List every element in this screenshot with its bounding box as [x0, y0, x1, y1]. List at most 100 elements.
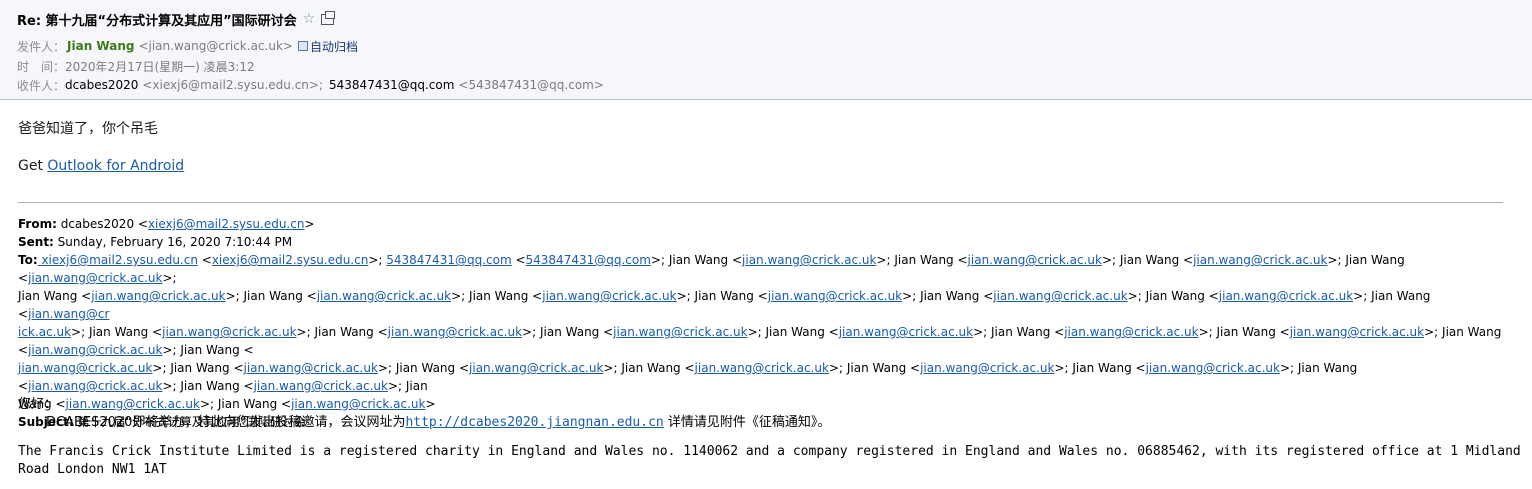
jw-end: >; [603, 361, 622, 375]
jw-email-link[interactable]: jian.wang@crick.ac.uk [613, 325, 747, 339]
fwd-to-text: < [197, 253, 212, 267]
jw-end: >; [1054, 361, 1073, 375]
jw-end: >; [902, 289, 921, 303]
jw-email-link[interactable]: jian.wang@crick.ac.uk [91, 289, 225, 303]
jw-name: Jian Wang < [894, 253, 968, 267]
jw-name: Jian Wang < [846, 361, 921, 375]
conference-url-link[interactable]: http://dcabes2020.jiangnan.edu.cn [405, 415, 663, 430]
auto-archive-link[interactable]: 自动归档 [310, 38, 358, 55]
recipient-name[interactable]: 543847431@qq.com [329, 78, 454, 92]
fwd-from-email-link[interactable]: xiexj6@mail2.sysu.edu.cn [148, 217, 305, 231]
fwd-to-label: To: [18, 253, 38, 267]
jw-email-link[interactable]: jian.wang@crick.ac.uk [1219, 289, 1353, 303]
jw-name: Jian Wang < [694, 289, 768, 303]
jw-email-link[interactable]: ick.ac.uk [18, 325, 71, 339]
jw-name: Jian Wang < [668, 253, 743, 267]
jw-email-link[interactable]: jian.wang@crick.ac.uk [317, 289, 451, 303]
jw-email-link[interactable]: jian.wang@crick.ac.uk [388, 325, 522, 339]
jw-email-link[interactable]: jian.wang@crick.ac.uk [742, 253, 876, 267]
divider [18, 202, 1503, 203]
jw-email-link[interactable]: jian.wang@crick.ac.uk [28, 379, 162, 393]
jw-end: >; [387, 379, 406, 393]
fwd-to-link[interactable]: 543847431@qq.com [526, 253, 651, 267]
jw-email-link[interactable]: jian.wang@crick.ac.uk [254, 379, 388, 393]
jw-email-link[interactable]: jian.wang@crick.ac.uk [18, 361, 152, 375]
from-row: 发件人： Jian Wang <jian.wang@crick.ac.uk> 自… [17, 37, 358, 55]
jw-name: Jian Wang < [765, 325, 839, 339]
jw-email-link[interactable]: jian.wang@crick.ac.uk [469, 361, 603, 375]
fwd-to-continuation: ick.ac.uk>; Jian Wang <jian.wang@crick.a… [18, 323, 1508, 359]
recipient-name[interactable]: dcabes2020 [65, 78, 138, 92]
jw-end: >; [199, 397, 218, 411]
jw-end: > [425, 397, 436, 411]
jw-email-link[interactable]: jian.wang@crick.ac.uk [1146, 361, 1280, 375]
jw-name: Jian Wang < [18, 289, 92, 303]
jw-name: Jian Wang < [539, 325, 614, 339]
jw-email-link[interactable]: jian.wang@crick.ac.uk [1290, 325, 1424, 339]
jw-email-link[interactable]: jian.wang@crick.ac.uk [66, 397, 200, 411]
invitation-text-after: 详情请见附件《征稿通知》。 [663, 415, 831, 430]
fwd-to-text: < [511, 253, 526, 267]
fwd-to-continuation: Jian Wang <jian.wang@crick.ac.uk>; Jian … [18, 287, 1508, 323]
jw-email-link[interactable]: jian.wang@cr [28, 307, 109, 321]
jw-end: >; [152, 361, 171, 375]
jw-email-link[interactable]: jian.wang@crick.ac.uk [542, 289, 676, 303]
jw-end: >; [828, 361, 847, 375]
fwd-to-link[interactable]: 543847431@qq.com [386, 253, 511, 267]
jw-email-link[interactable]: jian.wang@crick.ac.uk [920, 361, 1054, 375]
jw-end: >; [747, 325, 766, 339]
fwd-sent-label: Sent: [18, 235, 54, 249]
time-row: 时 间： 2020年2月17日(星期一) 凌晨3:12 [17, 57, 255, 75]
jw-end: >; [522, 325, 540, 339]
archive-icon[interactable] [297, 41, 308, 51]
sender-email[interactable]: <jian.wang@crick.ac.uk> [138, 39, 293, 53]
sender-name[interactable]: Jian Wang [67, 39, 134, 53]
greeting: 您好： [18, 397, 58, 412]
jw-email-link[interactable]: jian.wang@crick.ac.uk [768, 289, 902, 303]
jw-email-link[interactable]: jian.wang@crick.ac.uk [28, 343, 162, 357]
jw-end: >; [451, 289, 470, 303]
jw-name: Jian [180, 343, 203, 357]
jw-name: Jian Wang < [395, 361, 470, 375]
fwd-to-continuation: jian.wang@crick.ac.uk>; Jian Wang <jian.… [18, 359, 1508, 395]
fwd-sent-value: Sunday, February 16, 2020 7:10:44 PM [53, 235, 293, 249]
jw-name: Jian Wang < [1216, 325, 1290, 339]
jw-end: >; [1101, 253, 1120, 267]
jw-end: >; [876, 253, 895, 267]
fwd-sent-row: Sent: Sunday, February 16, 2020 7:10:44 … [18, 233, 1508, 251]
jw-email-link[interactable]: jian.wang@crick.ac.uk [162, 325, 296, 339]
jw-name: Jian Wang < [1119, 253, 1194, 267]
fwd-to-row: To: xiexj6@mail2.sysu.edu.cn <xiexj6@mai… [18, 251, 1508, 287]
jw-email-link[interactable]: jian.wang@crick.ac.uk [993, 289, 1127, 303]
jw-email-link[interactable]: jian.wang@crick.ac.uk [1193, 253, 1327, 267]
jw-email-link[interactable]: jian.wang@crick.ac.uk [291, 397, 425, 411]
jw-end: >; [1424, 325, 1443, 339]
jw-email-link[interactable]: jian.wang@crick.ac.uk [1064, 325, 1198, 339]
recipient-email[interactable]: <xiexj6@mail2.sysu.edu.cn>; [142, 78, 323, 92]
outlook-android-link[interactable]: Outlook for Android [47, 158, 184, 174]
jw-name: Jian Wang < [469, 289, 543, 303]
jw-email-link[interactable]: jian.wang@crick.ac.uk [839, 325, 973, 339]
signature-prefix: Get [18, 158, 48, 174]
jw-name: Jian Wang < [991, 325, 1065, 339]
jw-end: >; [162, 271, 177, 285]
jw-end: >; [71, 325, 89, 339]
jw-name: Jian Wang < [920, 289, 994, 303]
jw-email-link[interactable]: jian.wang@crick.ac.uk [28, 271, 162, 285]
signature-line: Get Outlook for Android [18, 158, 184, 174]
jw-end: >; [377, 361, 396, 375]
jw-name: Jian [405, 379, 428, 393]
jw-email-link[interactable]: jian.wang@crick.ac.uk [244, 361, 378, 375]
recipient-email[interactable]: <543847431@qq.com> [458, 78, 604, 92]
fwd-to-link[interactable]: xiexj6@mail2.sysu.edu.cn [212, 253, 369, 267]
popout-window-icon[interactable] [321, 10, 336, 25]
jw-email-link[interactable]: jian.wang@crick.ac.uk [968, 253, 1102, 267]
fwd-to-text: >; [650, 253, 669, 267]
jw-name: Jian Wang < [170, 361, 244, 375]
star-icon[interactable]: ☆ [303, 11, 316, 27]
fwd-to-link[interactable]: xiexj6@mail2.sysu.edu.cn [38, 253, 198, 267]
fwd-from-end: > [304, 217, 315, 231]
jw-email-link[interactable]: jian.wang@crick.ac.uk [695, 361, 829, 375]
fwd-from-name: dcabes2020 < [56, 217, 148, 231]
invitation-text-before: DCABES2020即将举办，特此向您发出投稿邀请，会议网址为 [46, 415, 406, 430]
